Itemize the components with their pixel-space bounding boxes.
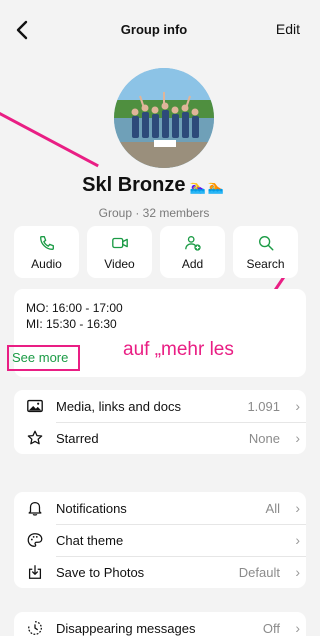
media-count: 1.091 [247, 398, 280, 414]
row-notifications[interactable]: Notifications All › [14, 492, 306, 524]
see-more-highlight-box [7, 345, 80, 371]
media-label: Media, links and docs [56, 398, 182, 414]
timer-icon [28, 621, 42, 635]
notifications-value: All [265, 500, 280, 516]
video-call-button[interactable]: Video [87, 226, 152, 278]
group-photo [114, 68, 214, 168]
group-name: Skl Bronze 🏊‍♀️🏊 [0, 174, 308, 197]
action-bar: Audio Video Add Search [14, 226, 298, 278]
image-icon [27, 399, 43, 413]
chevron-right-icon: › [295, 620, 300, 636]
notifications-label: Notifications [56, 500, 127, 516]
chat-theme-label: Chat theme [56, 532, 124, 548]
chevron-right-icon: › [295, 564, 300, 580]
search-icon [258, 235, 273, 250]
annotation-line-left [0, 112, 99, 168]
palette-icon [27, 533, 43, 547]
description-line-2: MI: 15:30 - 16:30 [26, 317, 117, 331]
chevron-right-icon: › [295, 430, 300, 446]
video-label: Video [104, 256, 135, 271]
header-bar: Group info Edit [0, 0, 308, 58]
audio-label: Audio [31, 256, 62, 271]
chevron-right-icon: › [295, 500, 300, 516]
audio-call-button[interactable]: Audio [14, 226, 79, 278]
add-label: Add [181, 256, 204, 271]
add-person-icon [184, 235, 201, 251]
group-meta: Group · 32 members [98, 206, 210, 220]
annotation-text: auf „mehr les [123, 339, 234, 360]
star-icon [27, 430, 43, 445]
add-member-button[interactable]: Add [160, 226, 225, 278]
row-save-to-photos[interactable]: Save to Photos Default › [14, 556, 306, 588]
group-name-text: Skl Bronze [82, 174, 186, 196]
description-line-1: MO: 16:00 - 17:00 [26, 301, 123, 315]
privacy-section: Disappearing messages Off › [14, 612, 306, 636]
row-chat-theme[interactable]: Chat theme › [14, 524, 306, 556]
row-disappearing-messages[interactable]: Disappearing messages Off › [14, 612, 306, 636]
download-icon [28, 565, 42, 579]
disappearing-label: Disappearing messages [56, 620, 196, 636]
chevron-right-icon: › [295, 398, 300, 414]
chevron-right-icon: › [295, 532, 300, 548]
row-starred[interactable]: Starred None › [14, 422, 306, 454]
phone-icon [39, 235, 54, 250]
save-photos-value: Default [238, 564, 280, 580]
video-icon [111, 237, 128, 248]
search-label: Search [246, 256, 285, 271]
group-avatar[interactable] [114, 68, 214, 168]
settings-section: Notifications All › Chat theme › Save to… [14, 492, 306, 588]
edit-button[interactable]: Edit [276, 21, 300, 37]
search-button[interactable]: Search [233, 226, 298, 278]
starred-value: None [248, 430, 280, 446]
disappearing-value: Off [262, 620, 280, 636]
swimmer-emoji: 🏊‍♀️🏊 [189, 179, 226, 194]
starred-label: Starred [56, 430, 99, 446]
bell-icon [28, 501, 42, 516]
save-photos-label: Save to Photos [56, 564, 145, 580]
page-title: Group info [120, 22, 188, 37]
media-section: Media, links and docs 1.091 › Starred No… [14, 390, 306, 454]
row-media-links-docs[interactable]: Media, links and docs 1.091 › [14, 390, 306, 422]
